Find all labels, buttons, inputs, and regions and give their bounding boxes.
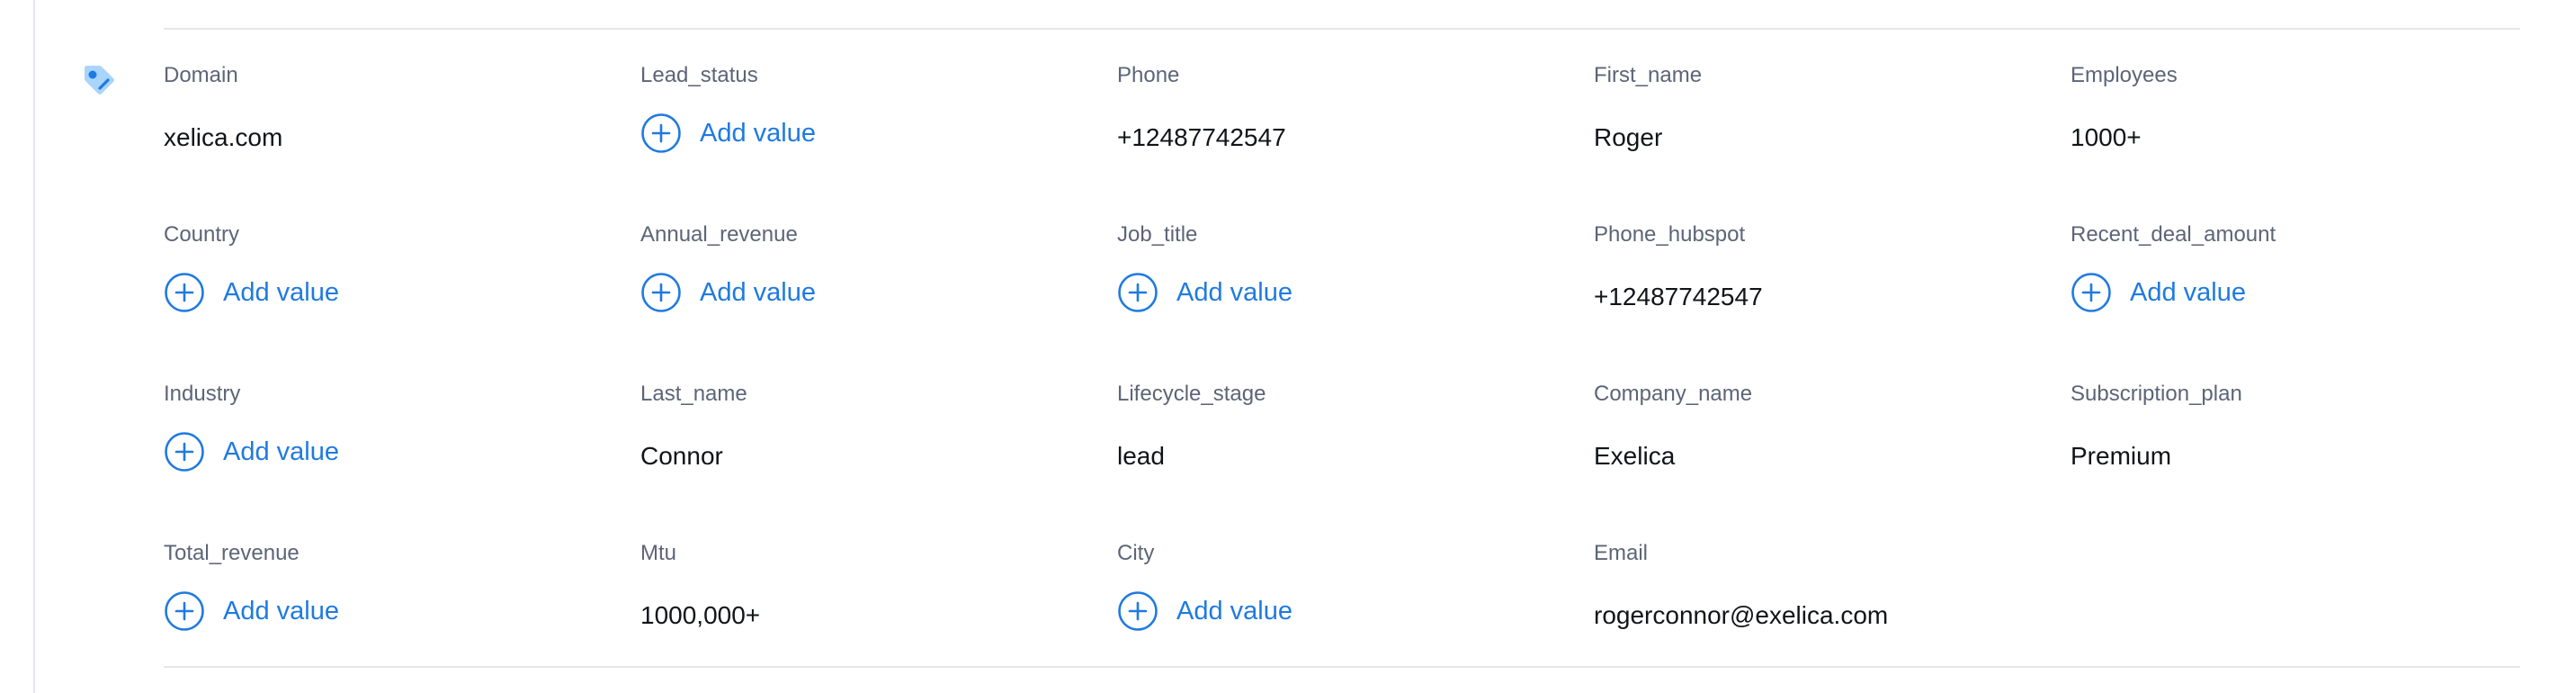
field-label: Mtu — [640, 541, 677, 565]
add-value-label: Add value — [700, 278, 816, 307]
field-first-name: First_name Roger — [1594, 56, 2071, 215]
field-value[interactable]: +12487742547 — [1117, 122, 1594, 154]
field-label: Employees — [2071, 63, 2178, 87]
field-value[interactable]: Roger — [1594, 122, 2071, 154]
field-value[interactable]: 1000+ — [2071, 122, 2520, 154]
add-value-label: Add value — [223, 278, 339, 307]
field-value[interactable]: Premium — [2071, 440, 2520, 472]
field-value[interactable]: +12487742547 — [1594, 281, 2071, 313]
plus-circle-icon — [1118, 273, 1158, 312]
add-value-button[interactable]: Add value — [2071, 272, 2246, 313]
field-label: City — [1117, 541, 1155, 565]
field-subscription-plan: Subscription_plan Premium — [2071, 374, 2520, 534]
field-label: Phone_hubspot — [1594, 222, 1746, 247]
field-label: Last_name — [640, 382, 747, 406]
add-value-button[interactable]: Add value — [164, 590, 339, 632]
field-annual-revenue: Annual_revenue Add value — [640, 215, 1117, 374]
field-label: Email — [1594, 541, 1649, 565]
field-label: Recent_deal_amount — [2071, 222, 2276, 247]
add-value-label: Add value — [1176, 278, 1292, 307]
plus-circle-icon — [2071, 273, 2111, 312]
field-label: Industry — [164, 382, 241, 406]
field-job-title: Job_title Add value — [1117, 215, 1594, 374]
field-value[interactable]: Exelica — [1594, 440, 2071, 472]
field-industry: Industry Add value — [164, 374, 640, 534]
field-label: Company_name — [1594, 382, 1753, 406]
field-label: Lead_status — [640, 63, 758, 87]
add-value-label: Add value — [2130, 278, 2246, 307]
tag-icon — [85, 66, 114, 94]
field-label: Lifecycle_stage — [1117, 382, 1266, 406]
field-label: Annual_revenue — [640, 222, 798, 247]
field-city: City Add value — [1117, 534, 1594, 693]
field-label: First_name — [1594, 63, 1703, 87]
field-total-revenue: Total_revenue Add value — [164, 534, 640, 693]
field-domain: Domain xelica.com — [164, 56, 640, 215]
add-value-button[interactable]: Add value — [1117, 272, 1292, 313]
field-label: Total_revenue — [164, 541, 300, 565]
field-lifecycle-stage: Lifecycle_stage lead — [1117, 374, 1594, 534]
field-value[interactable]: xelica.com — [164, 122, 640, 154]
add-value-label: Add value — [223, 597, 339, 626]
add-value-button[interactable]: Add value — [164, 272, 339, 313]
field-value[interactable]: rogerconnor@exelica.com — [1594, 599, 2071, 632]
top-divider — [164, 28, 2520, 30]
properties-grid: Domain xelica.com Lead_status Add value … — [164, 56, 2520, 693]
field-label: Subscription_plan — [2071, 382, 2242, 406]
field-last-name: Last_name Connor — [640, 374, 1117, 534]
field-mtu: Mtu 1000,000+ — [640, 534, 1117, 693]
field-phone-hubspot: Phone_hubspot +12487742547 — [1594, 215, 2071, 374]
plus-circle-icon — [165, 273, 204, 312]
field-country: Country Add value — [164, 215, 640, 374]
field-recent-deal-amount: Recent_deal_amount Add value — [2071, 215, 2520, 374]
add-value-button[interactable]: Add value — [164, 431, 339, 472]
field-value[interactable]: 1000,000+ — [640, 599, 1117, 632]
field-label: Phone — [1117, 63, 1180, 87]
add-value-button[interactable]: Add value — [640, 272, 816, 313]
add-value-button[interactable]: Add value — [640, 112, 816, 154]
plus-circle-icon — [165, 432, 204, 472]
plus-circle-icon — [1118, 591, 1158, 631]
field-label: Country — [164, 222, 240, 247]
add-value-label: Add value — [223, 437, 339, 466]
field-label: Job_title — [1117, 222, 1198, 247]
field-employees: Employees 1000+ — [2071, 56, 2520, 215]
field-value[interactable]: Connor — [640, 440, 1117, 472]
add-value-label: Add value — [1176, 597, 1292, 626]
field-value[interactable]: lead — [1117, 440, 1594, 472]
field-email: Email rogerconnor@exelica.com — [1594, 534, 2071, 693]
add-value-label: Add value — [700, 119, 816, 148]
field-lead-status: Lead_status Add value — [640, 56, 1117, 215]
plus-circle-icon — [165, 591, 204, 631]
add-value-button[interactable]: Add value — [1117, 590, 1292, 632]
plus-circle-icon — [641, 113, 681, 153]
field-company-name: Company_name Exelica — [1594, 374, 2071, 534]
field-label: Domain — [164, 63, 238, 87]
field-phone: Phone +12487742547 — [1117, 56, 1594, 215]
plus-circle-icon — [641, 273, 681, 312]
